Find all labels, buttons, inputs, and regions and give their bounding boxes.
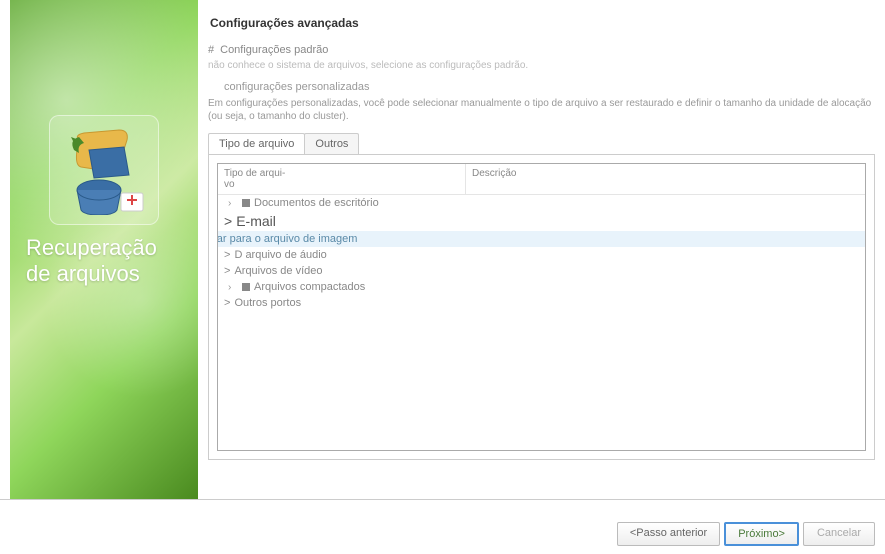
tree-row[interactable]: › Arquivos compactados (218, 279, 865, 295)
tree-row[interactable]: > Outros portos (218, 295, 865, 311)
tab-file-type[interactable]: Tipo de arquivo (208, 133, 305, 154)
tree-row[interactable]: > D arquivo de áudio (218, 247, 865, 263)
radio-marker: # (208, 44, 214, 56)
expand-marker: > (224, 213, 232, 229)
tree-row[interactable]: > Arquivos de vídeo (218, 263, 865, 279)
default-help-text: não conhece o sistema de arquivos, selec… (208, 60, 875, 71)
tree-item-label: Voltar para o arquivo de imagem (217, 233, 357, 245)
tree-item-label: Documentos de escritório (254, 197, 379, 209)
tree-row[interactable]: > Voltar para o arquivo de imagem (217, 231, 865, 247)
radio-custom-label: configurações personalizadas (224, 81, 370, 93)
checkbox-icon[interactable] (242, 283, 250, 291)
recovery-icon (49, 115, 159, 225)
page-title: Configurações avançadas (208, 10, 875, 40)
tree-header: Tipo de arqui- vo Descrição (218, 164, 865, 195)
sidebar: Recuperação de arquivos (10, 0, 198, 499)
tabs: Tipo de arquivo Outros (208, 133, 875, 154)
tree-row[interactable]: › Documentos de escritório (218, 195, 865, 211)
tree-item-label: D arquivo de áudio (234, 249, 326, 261)
content-panel: Configurações avançadas # Configurações … (198, 0, 885, 499)
col-header-type[interactable]: Tipo de arqui- vo (218, 164, 466, 194)
radio-custom-settings[interactable]: configurações personalizadas (208, 81, 875, 93)
col-header-desc[interactable]: Descrição (466, 164, 865, 194)
radio-default-settings[interactable]: # Configurações padrão (208, 44, 875, 56)
tree-item-label: Outros portos (234, 297, 301, 309)
tree-row[interactable]: > E-mail (218, 211, 865, 231)
tree-body: ›Documentos de escritório> E-mail> Volta… (218, 195, 865, 311)
expand-marker: > (224, 297, 230, 309)
checkbox-icon[interactable] (242, 199, 250, 207)
prev-button[interactable]: <Passo anterior (617, 522, 720, 546)
sidebar-title: Recuperação de arquivos (10, 235, 198, 288)
next-button[interactable]: Próximo> (724, 522, 799, 546)
chevron-right-icon: › (228, 282, 238, 293)
wizard-buttons: <Passo anterior Próximo> Cancelar (617, 522, 875, 546)
tree-item-label: Arquivos compactados (254, 281, 365, 293)
expand-marker: > (224, 249, 230, 261)
tree-item-label: E-mail (236, 213, 276, 229)
cancel-button[interactable]: Cancelar (803, 522, 875, 546)
custom-help-text: Em configurações personalizadas, você po… (208, 97, 875, 123)
expand-marker: > (224, 265, 230, 277)
chevron-right-icon: › (228, 198, 238, 209)
tab-panel: Tipo de arqui- vo Descrição › Documentos … (208, 154, 875, 460)
tree-item-label: Arquivos de vídeo (234, 265, 322, 277)
radio-default-label: Configurações padrão (220, 44, 328, 56)
tab-others[interactable]: Outros (304, 133, 359, 154)
file-type-tree: Tipo de arqui- vo Descrição › Documentos … (217, 163, 866, 451)
